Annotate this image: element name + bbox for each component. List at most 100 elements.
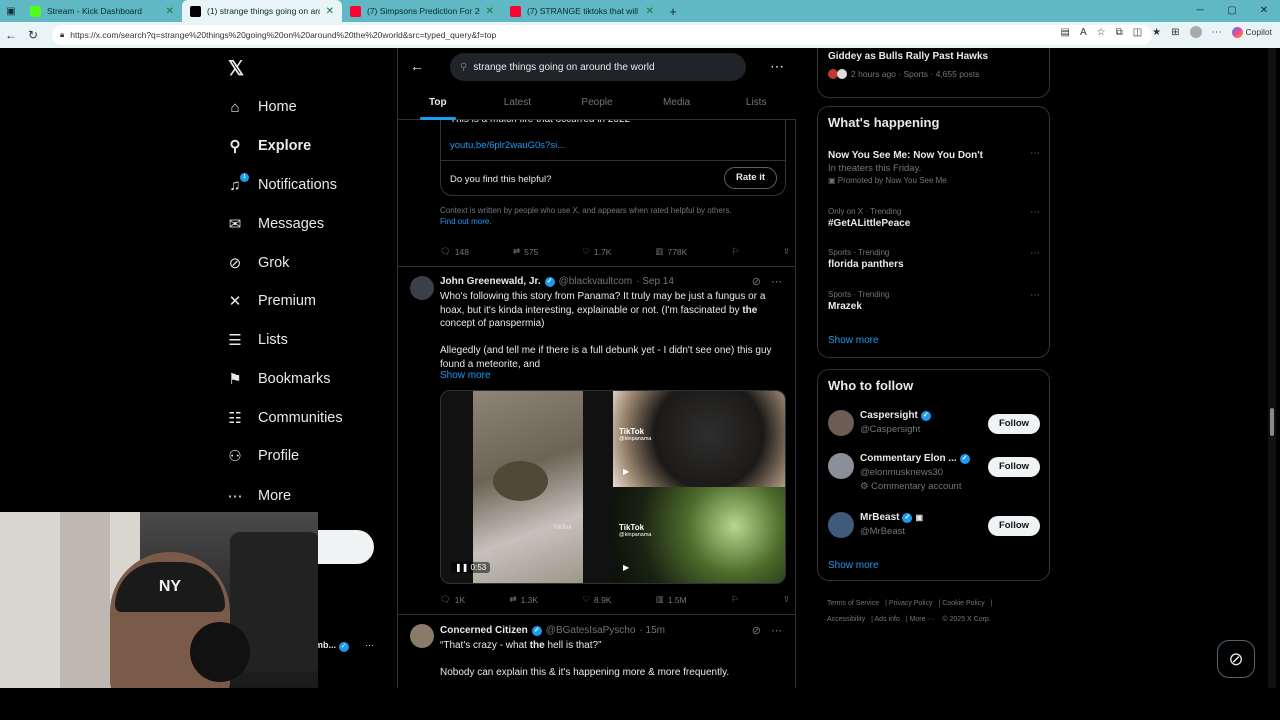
share-button[interactable]: ⇪ [783, 594, 790, 605]
show-more-trends-link[interactable]: Show more [828, 335, 879, 346]
page-scrollbar[interactable] [1268, 48, 1276, 688]
follow-suggestion[interactable]: Commentary Elon ... ✓ @elonmusknews30 ⚙ C… [828, 453, 1040, 497]
find-out-more-link[interactable]: Find out more. [440, 217, 492, 226]
close-window-icon[interactable]: ✕ [1248, 0, 1280, 22]
read-aloud-icon[interactable]: A [1080, 27, 1087, 38]
tweet-video[interactable]: TikTok TikTok @kinpanama ▶ TikTok @kinpana… [440, 390, 786, 584]
share-button[interactable]: ⇪ [783, 246, 790, 257]
minimize-icon[interactable]: ─ [1184, 0, 1216, 22]
refresh-icon[interactable]: ↻ [22, 28, 44, 42]
rate-it-button[interactable]: Rate it [724, 167, 777, 189]
back-arrow-icon[interactable]: ← [410, 58, 424, 74]
follow-button[interactable]: Follow [988, 457, 1040, 477]
footer-link[interactable]: Privacy Policy [889, 600, 933, 607]
footer-link[interactable]: More ··· [910, 616, 935, 623]
close-icon[interactable]: ✕ [326, 6, 334, 17]
show-more-link[interactable]: Show more [440, 370, 491, 381]
views-button[interactable]: ▥ 1.5M [656, 594, 687, 605]
like-button[interactable]: ♡ 8.9K [582, 594, 611, 605]
nav-lists[interactable]: ☰ Lists [226, 327, 288, 353]
browser-tab-youtube-1[interactable]: (7) Simpsons Prediction For 2025... ✕ [342, 0, 502, 22]
scrollbar-thumb[interactable] [1270, 408, 1274, 436]
views-button[interactable]: ▥ 778K [655, 246, 687, 257]
show-more-follows-link[interactable]: Show more [828, 560, 879, 571]
avatar[interactable] [410, 624, 434, 648]
nav-explore[interactable]: ⚲ Explore [226, 133, 312, 159]
nav-home[interactable]: ⌂ Home [226, 94, 296, 120]
footer-link[interactable]: Accessibility [827, 616, 865, 623]
tab-media[interactable]: Media [637, 92, 717, 120]
nav-more[interactable]: ⋯ More [226, 483, 292, 509]
more-options-icon[interactable]: ⋯ [770, 58, 784, 75]
x-logo-icon[interactable]: 𝕏 [228, 56, 244, 81]
like-button[interactable]: ♡ 1.7K [582, 246, 611, 257]
browser-tab-x-search[interactable]: (1) strange things going on arou... ✕ [182, 0, 342, 22]
back-icon[interactable]: ← [0, 28, 22, 42]
repost-button[interactable]: ⇄ 1.3K [509, 594, 538, 605]
tweet-author[interactable]: John Greenewald, Jr. ✓ @blackvaultcom · … [440, 276, 674, 287]
close-icon[interactable]: ✕ [166, 6, 174, 17]
avatar[interactable] [410, 276, 434, 300]
search-input[interactable]: ⚲ strange things going on around the wor… [450, 53, 746, 81]
reader-icon[interactable]: ▤ [1060, 27, 1069, 38]
tab-actions-icon[interactable]: ▣ [0, 6, 22, 17]
reply-button[interactable]: 🗨︎ 1K [440, 594, 465, 605]
favorites-icon[interactable]: ★ [1152, 27, 1161, 38]
collections-icon[interactable]: ⊞ [1171, 27, 1179, 38]
tweet-author[interactable]: Concerned Citizen ✓ @BGatesIsaPyscho · 1… [440, 625, 665, 636]
trend-more-icon[interactable]: ⋯ [1030, 290, 1040, 301]
nav-messages[interactable]: ✉ Messages [226, 211, 324, 237]
settings-more-icon[interactable]: ⋯ [1212, 27, 1222, 38]
follow-suggestion[interactable]: MrBeast ✓ ▣ @MrBeast Follow [828, 512, 1040, 546]
favorite-star-icon[interactable]: ☆ [1097, 27, 1106, 38]
maximize-icon[interactable]: ▢ [1216, 0, 1248, 22]
nav-notifications[interactable]: ♫ 1 Notifications [226, 172, 337, 198]
video-timer[interactable]: ❚❚ 0:53 [451, 562, 491, 573]
trending-news-item[interactable]: Giddey as Bulls Rally Past Hawks 2 hours… [817, 48, 1050, 98]
trend-item[interactable]: Sports · Trending Mrazek ⋯ [828, 290, 1040, 312]
bookmark-button[interactable]: ⚐ [731, 246, 739, 257]
trend-more-icon[interactable]: ⋯ [1030, 248, 1040, 259]
follow-button[interactable]: Follow [988, 516, 1040, 536]
follow-button[interactable]: Follow [988, 414, 1040, 434]
footer-link[interactable]: Cookie Policy [942, 600, 984, 607]
nav-premium[interactable]: ✕ Premium [226, 288, 316, 314]
follow-suggestion[interactable]: Caspersight ✓ @Caspersight Follow [828, 410, 1040, 444]
tab-top[interactable]: Top [398, 92, 478, 120]
nav-grok[interactable]: ⊘ Grok [226, 250, 290, 276]
close-icon[interactable]: ✕ [486, 6, 494, 17]
trend-item[interactable]: Sports · Trending florida panthers ⋯ [828, 248, 1040, 270]
tab-lists[interactable]: Lists [716, 92, 796, 120]
tab-latest[interactable]: Latest [478, 92, 558, 120]
nav-communities[interactable]: ☷ Communities [226, 405, 342, 431]
url-field[interactable]: 🔒︎ https://x.com/search?q=strange%20thin… [52, 25, 1152, 45]
account-more-icon[interactable]: ⋯ [365, 640, 374, 650]
repost-button[interactable]: ⇄ 575 [513, 246, 538, 257]
grok-explain-icon[interactable]: ⊘ [752, 275, 761, 288]
note-link[interactable]: youtu.be/6plr2wauG0s?si... [450, 140, 565, 151]
tab-people[interactable]: People [557, 92, 637, 120]
trend-item[interactable]: Now You See Me: Now You Don't In theater… [828, 148, 1040, 185]
footer-link[interactable]: Terms of Service [827, 600, 879, 607]
new-tab-icon[interactable]: + [662, 4, 684, 19]
close-icon[interactable]: ✕ [646, 6, 654, 17]
nav-profile[interactable]: ⚇ Profile [226, 443, 299, 469]
grok-explain-icon[interactable]: ⊘ [752, 624, 761, 637]
browser-tab-youtube-2[interactable]: (7) STRANGE tiktoks that will ma... ✕ [502, 0, 662, 22]
tweet-more-icon[interactable]: ⋯ [771, 624, 782, 637]
profile-avatar-icon[interactable] [1189, 26, 1202, 38]
copilot-button[interactable]: Copilot [1231, 26, 1272, 38]
browser-tab-kick[interactable]: Stream - Kick Dashboard ✕ [22, 0, 182, 22]
reply-button[interactable]: 🗨︎ 148 [440, 246, 469, 257]
extensions-icon[interactable]: ⧉ [1116, 27, 1123, 38]
split-screen-icon[interactable]: ◫ [1133, 27, 1142, 38]
trend-item[interactable]: Only on X · Trending #GetALittlePeace ⋯ [828, 207, 1040, 229]
trend-more-icon[interactable]: ⋯ [1030, 148, 1040, 159]
bookmark-button[interactable]: ⚐ [731, 594, 739, 605]
tweet-more-icon[interactable]: ⋯ [771, 275, 782, 288]
footer-link[interactable]: Ads info [875, 616, 900, 623]
nav-bookmarks[interactable]: ⚑ Bookmarks [226, 366, 330, 392]
account-switcher[interactable]: amb... ✓ ⋯tv [310, 640, 374, 662]
site-info-icon[interactable]: 🔒︎ [60, 30, 64, 40]
grok-floating-button[interactable]: ⊘ [1217, 640, 1255, 678]
